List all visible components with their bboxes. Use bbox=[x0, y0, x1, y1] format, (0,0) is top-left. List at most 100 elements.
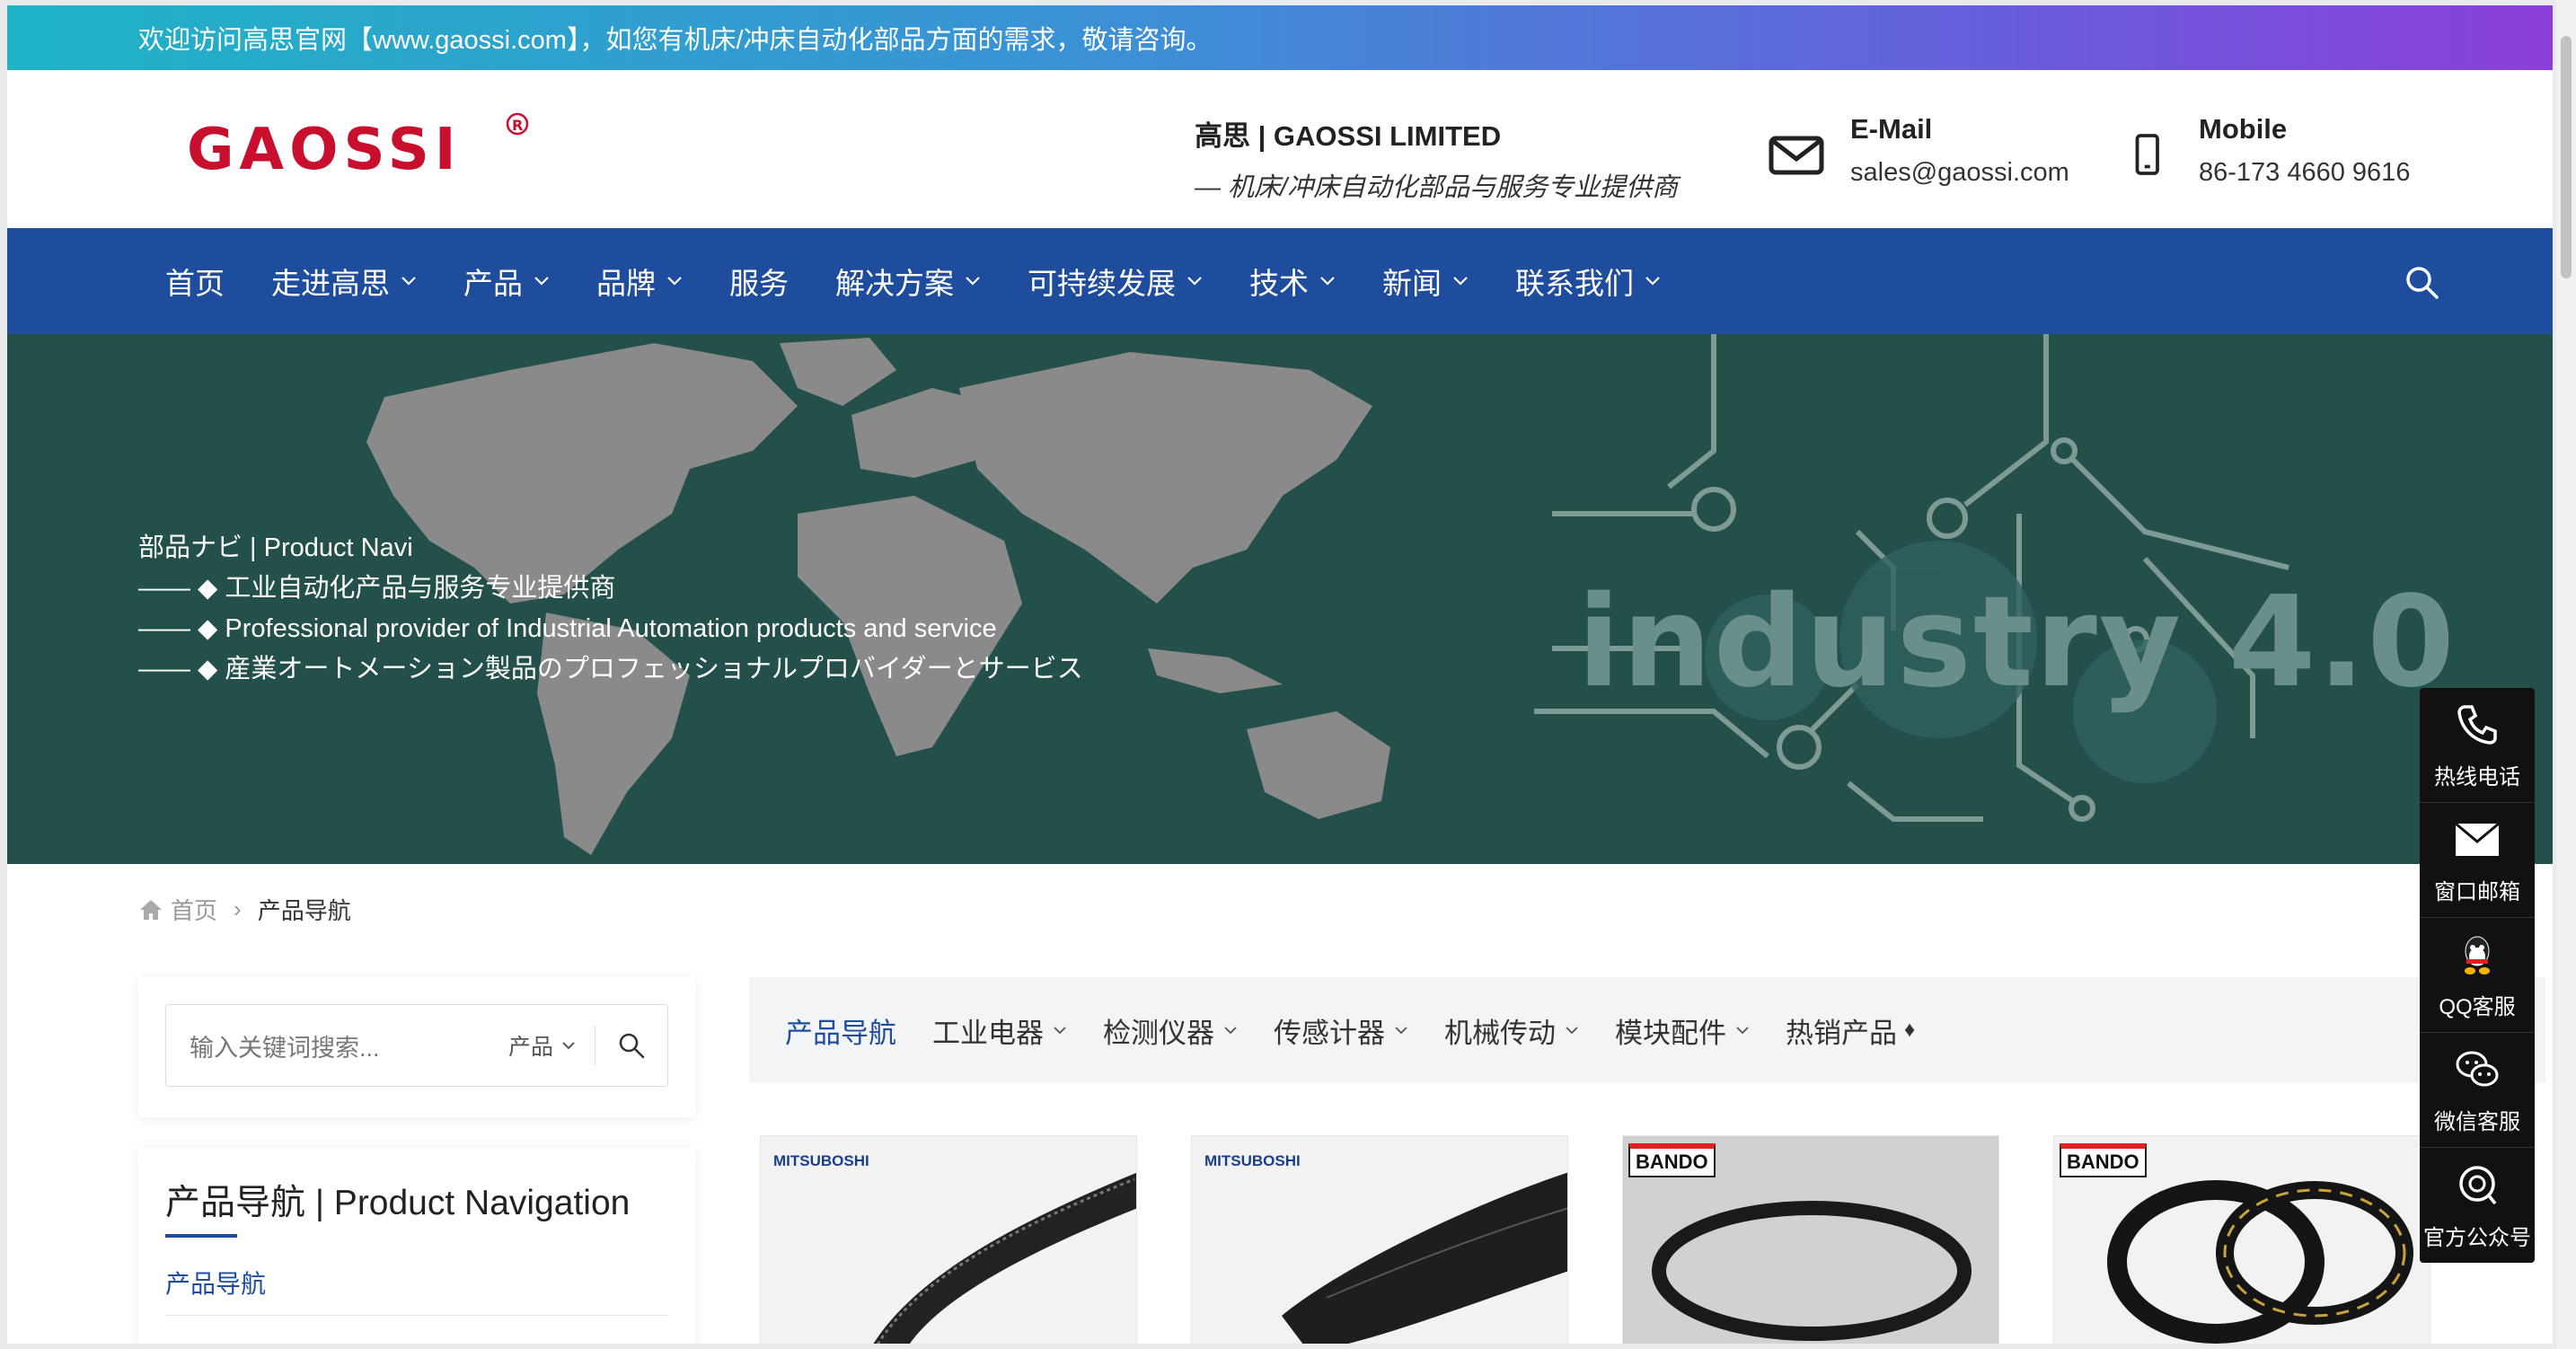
search-category-label: 产品 bbox=[507, 1035, 553, 1060]
svg-text:GAOSSI: GAOSSI bbox=[187, 117, 462, 181]
nav-item-home[interactable]: 首页 bbox=[165, 260, 225, 303]
hotline-button[interactable]: 热线电话 bbox=[2420, 688, 2535, 803]
sidebar-product-nav: 产品导航 | Product Navigation 产品导航 bbox=[138, 1148, 695, 1344]
nav-item-solutions[interactable]: 解决方案 bbox=[835, 260, 981, 303]
tab-mechanical-transmission[interactable]: 机械传动 bbox=[1444, 1010, 1579, 1051]
nav-item-products[interactable]: 产品 bbox=[463, 260, 550, 303]
mobile-phone-icon bbox=[2135, 134, 2159, 175]
toolbar-label: QQ客服 bbox=[2439, 995, 2516, 1019]
email-label: E-Mail bbox=[1850, 113, 1933, 145]
mail-icon bbox=[1769, 136, 1824, 175]
sidebar-search-box: 输入关键词搜索... 产品 bbox=[165, 1004, 668, 1087]
banner-text-block: 部品ナビ | Product Navi —— ◆ 工业自动化产品与服务专业提供商… bbox=[138, 528, 1083, 690]
chevron-down-icon bbox=[1645, 277, 1660, 286]
official-account-button[interactable]: 官方公众号 bbox=[2420, 1148, 2535, 1263]
scrollbar-thumb[interactable] bbox=[2561, 36, 2572, 278]
product-card[interactable]: BANDO bbox=[1622, 1135, 1999, 1344]
nav-item-brands[interactable]: 品牌 bbox=[596, 260, 683, 303]
phone-icon bbox=[2457, 705, 2497, 745]
tab-module-accessories[interactable]: 模块配件 bbox=[1615, 1010, 1750, 1051]
mobile-value[interactable]: 86-173 4660 9616 bbox=[2199, 158, 2410, 188]
email-contact[interactable]: E-Mail sales@gaossi.com bbox=[1768, 113, 2069, 188]
chevron-down-icon bbox=[1566, 1027, 1578, 1035]
nav-item-label: 首页 bbox=[165, 267, 225, 300]
chevron-down-icon bbox=[667, 277, 682, 286]
product-nav-title: 产品导航 | Product Navigation bbox=[165, 1184, 631, 1222]
main-nav: 首页 走进高思 产品 品牌 服务 解决方案 可持续发展 技术 新闻 联系我们 bbox=[7, 228, 2553, 334]
nav-item-technology[interactable]: 技术 bbox=[1249, 260, 1336, 303]
nav-item-sustainability[interactable]: 可持续发展 bbox=[1028, 260, 1203, 303]
tab-label: 传感计器 bbox=[1274, 1017, 1385, 1049]
mobile-contact[interactable]: Mobile 86-173 4660 9616 bbox=[2130, 113, 2410, 188]
divider bbox=[165, 1315, 668, 1316]
chevron-down-icon bbox=[1395, 1027, 1407, 1035]
tab-sensors[interactable]: 传感计器 bbox=[1274, 1010, 1408, 1051]
company-name: 高思 | GAOSSI LIMITED bbox=[1195, 120, 1502, 152]
svg-text:R: R bbox=[512, 117, 523, 134]
timing-belt-image bbox=[1282, 1172, 1567, 1344]
gaossi-logo[interactable]: GAOSSI R bbox=[187, 110, 537, 183]
search-input[interactable]: 输入关键词搜索... bbox=[166, 1028, 508, 1063]
company-slogan: — 机床/冲床自动化部品与服务专业提供商 bbox=[1195, 173, 1679, 202]
announcement-text: 欢迎访问高思官网【www.gaossi.com】，如您有机床/冲床自动化部品方面… bbox=[138, 26, 1213, 55]
nav-item-label: 服务 bbox=[729, 267, 789, 300]
search-icon[interactable] bbox=[2404, 264, 2439, 300]
announcement-bar: 欢迎访问高思官网【www.gaossi.com】，如您有机床/冲床自动化部品方面… bbox=[7, 5, 2553, 70]
chevron-down-icon bbox=[1736, 1027, 1749, 1035]
tab-test-instruments[interactable]: 检测仪器 bbox=[1103, 1010, 1238, 1051]
nav-item-label: 走进高思 bbox=[271, 267, 390, 300]
hero-banner: industry 4.0 部品ナビ | Product Navi —— ◆ 工业… bbox=[7, 334, 2553, 864]
tab-label: 检测仪器 bbox=[1103, 1017, 1214, 1049]
timing-belt-image bbox=[873, 1172, 1136, 1344]
tab-industrial-electrical[interactable]: 工业电器 bbox=[932, 1010, 1067, 1051]
email-value[interactable]: sales@gaossi.com bbox=[1850, 158, 2069, 188]
product-card[interactable]: MITSUBOSHI bbox=[1191, 1135, 1568, 1344]
chevron-down-icon bbox=[1224, 1027, 1237, 1035]
company-info: 高思 | GAOSSI LIMITED — 机床/冲床自动化部品与服务专业提供商 bbox=[1195, 113, 1678, 204]
chevron-down-icon bbox=[1187, 277, 1202, 286]
toolbar-label: 官方公众号 bbox=[2423, 1225, 2531, 1250]
official-account-icon bbox=[2459, 1165, 2497, 1204]
tab-label: 热销产品 bbox=[1786, 1017, 1897, 1049]
email-button[interactable]: 窗口邮箱 bbox=[2420, 803, 2535, 918]
page: 欢迎访问高思官网【www.gaossi.com】，如您有机床/冲床自动化部品方面… bbox=[7, 5, 2553, 1344]
product-card[interactable]: BANDO bbox=[2053, 1135, 2430, 1344]
product-card[interactable]: MITSUBOSHI bbox=[760, 1135, 1137, 1344]
page-scrollbar[interactable] bbox=[2556, 0, 2576, 1349]
toolbar-label: 热线电话 bbox=[2434, 765, 2520, 789]
mail-icon bbox=[2455, 822, 2500, 856]
nav-item-label: 产品 bbox=[463, 267, 523, 300]
chevron-down-icon bbox=[1320, 277, 1335, 286]
v-belt-image bbox=[2107, 1180, 2413, 1344]
sidebar-search-card: 输入关键词搜索... 产品 bbox=[138, 977, 695, 1117]
title-underline bbox=[165, 1234, 237, 1238]
nav-item-contact[interactable]: 联系我们 bbox=[1515, 260, 1661, 303]
nav-item-about[interactable]: 走进高思 bbox=[271, 260, 417, 303]
home-icon bbox=[140, 899, 162, 920]
chevron-down-icon bbox=[534, 277, 549, 286]
search-icon bbox=[619, 1033, 645, 1059]
search-category-select[interactable]: 产品 bbox=[508, 1026, 595, 1065]
toolbar-label: 窗口邮箱 bbox=[2434, 880, 2520, 904]
tab-label: 产品导航 bbox=[785, 1017, 896, 1049]
nav-item-label: 新闻 bbox=[1382, 267, 1442, 300]
nav-item-label: 联系我们 bbox=[1515, 267, 1634, 300]
category-tabs: 产品导航 工业电器 检测仪器 传感计器 机械传动 模块配件 热销产品 ♦ bbox=[749, 977, 2545, 1083]
chevron-down-icon bbox=[966, 277, 980, 286]
banner-heading: 部品ナビ | Product Navi bbox=[138, 533, 413, 562]
qq-service-button[interactable]: QQ客服 bbox=[2420, 918, 2535, 1033]
tab-label: 工业电器 bbox=[932, 1017, 1044, 1049]
v-belt-image bbox=[1652, 1201, 1972, 1341]
nav-item-service[interactable]: 服务 bbox=[729, 260, 789, 303]
tab-product-nav[interactable]: 产品导航 bbox=[785, 1010, 896, 1051]
breadcrumb-home[interactable]: 首页 bbox=[171, 893, 217, 926]
tab-hot-products[interactable]: 热销产品 ♦ bbox=[1786, 1010, 1915, 1051]
breadcrumb-current: 产品导航 bbox=[257, 897, 351, 924]
chevron-down-icon bbox=[1453, 277, 1468, 286]
product-nav-link[interactable]: 产品导航 bbox=[165, 1265, 266, 1301]
wechat-service-button[interactable]: 微信客服 bbox=[2420, 1033, 2535, 1148]
nav-item-news[interactable]: 新闻 bbox=[1382, 260, 1469, 303]
tab-label: 机械传动 bbox=[1444, 1017, 1556, 1049]
search-submit-button[interactable] bbox=[595, 1004, 667, 1087]
banner-line-japanese: —— ◆ 産業オートメーション製品のプロフェッショナルプロバイダーとサービス bbox=[138, 655, 1083, 683]
